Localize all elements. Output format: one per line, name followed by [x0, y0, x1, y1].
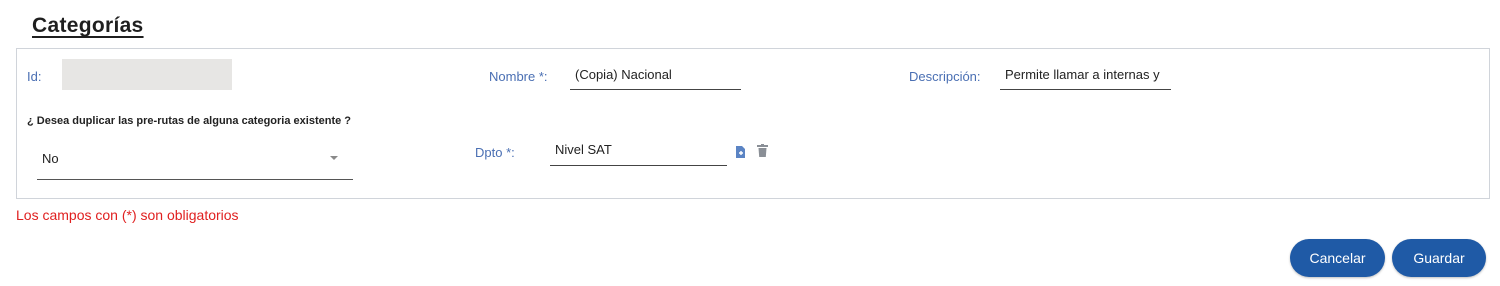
dpto-label: Dpto *:	[475, 145, 515, 160]
descripcion-input[interactable]: Permite llamar a internas y	[1000, 67, 1171, 90]
chevron-down-icon[interactable]	[330, 156, 338, 160]
add-document-icon[interactable]	[735, 145, 746, 163]
save-button[interactable]: Guardar	[1392, 239, 1486, 277]
id-label: Id:	[27, 69, 42, 84]
duplicate-question: ¿ Desea duplicar las pre-rutas de alguna…	[27, 115, 352, 127]
page-title: Categorías	[32, 14, 144, 37]
id-field	[62, 59, 232, 90]
cancel-button[interactable]: Cancelar	[1290, 239, 1385, 277]
dpto-input[interactable]: Nivel SAT	[550, 142, 727, 166]
category-form-panel: Id: Nombre *: (Copia) Nacional Descripci…	[16, 48, 1490, 199]
duplicate-select-value: No	[42, 151, 59, 166]
required-fields-note: Los campos con (*) son obligatorios	[16, 207, 239, 223]
nombre-input[interactable]: (Copia) Nacional	[570, 67, 741, 90]
descripcion-label: Descripción:	[909, 69, 981, 84]
nombre-label: Nombre *:	[489, 69, 548, 84]
duplicate-select[interactable]: No	[37, 145, 353, 180]
trash-icon[interactable]	[757, 144, 768, 162]
